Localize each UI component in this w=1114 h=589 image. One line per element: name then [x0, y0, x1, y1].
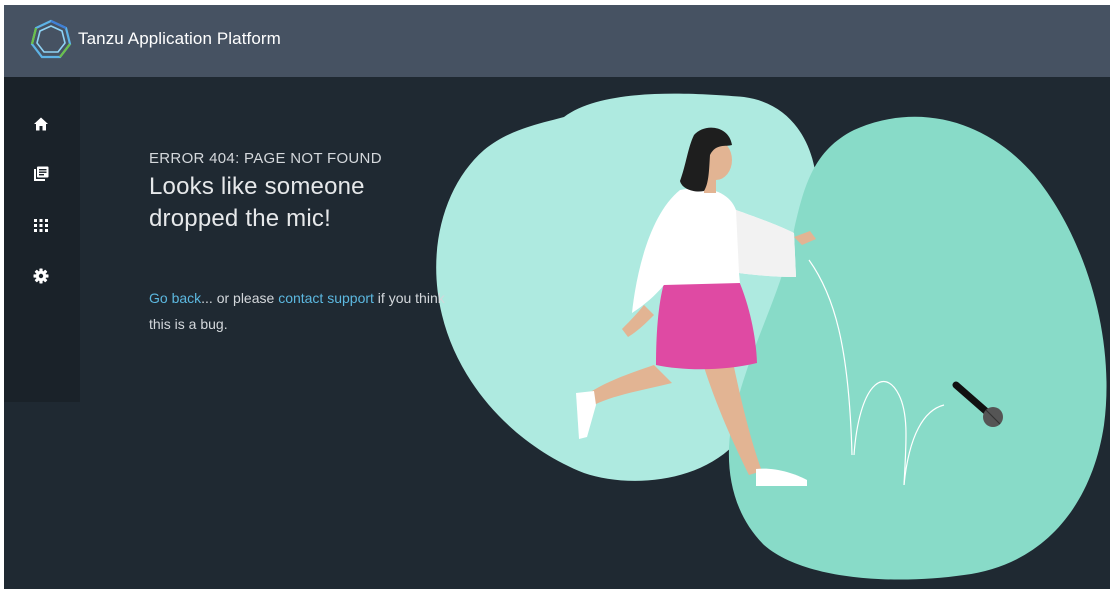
- sidebar-item-catalog[interactable]: [28, 161, 54, 187]
- gear-icon: [33, 268, 49, 284]
- grid-icon: [34, 219, 48, 232]
- message-middle-text: ... or please: [201, 290, 279, 306]
- contact-support-link[interactable]: contact support: [278, 290, 374, 306]
- light-blob-shape: [436, 93, 818, 481]
- woman-figure: [576, 127, 816, 486]
- library-icon: [34, 166, 49, 181]
- tanzu-logo-icon[interactable]: [30, 19, 72, 61]
- sidebar-item-settings[interactable]: [28, 263, 54, 289]
- error-message: Go back... or please contact support if …: [149, 285, 449, 337]
- error-content: ERROR 404: PAGE NOT FOUND Looks like som…: [149, 150, 449, 235]
- app-window: Tanzu Application Platform ERROR 404: PA…: [4, 5, 1110, 589]
- app-title[interactable]: Tanzu Application Platform: [78, 29, 281, 49]
- home-icon: [34, 117, 48, 131]
- top-header: Tanzu Application Platform: [4, 5, 1110, 77]
- headline-line-1: Looks like someone: [149, 173, 365, 200]
- dark-blob-shape: [728, 116, 1107, 580]
- sidebar-nav: [4, 77, 80, 402]
- sidebar-item-apis[interactable]: [28, 212, 54, 238]
- sidebar-item-home[interactable]: [28, 111, 54, 137]
- go-back-link[interactable]: Go back: [149, 290, 201, 306]
- error-headline: Looks like someone dropped the mic!: [149, 171, 449, 235]
- error-code: ERROR 404: PAGE NOT FOUND: [149, 150, 382, 167]
- headline-line-2: dropped the mic!: [149, 205, 331, 232]
- microphone-icon: [952, 381, 1003, 427]
